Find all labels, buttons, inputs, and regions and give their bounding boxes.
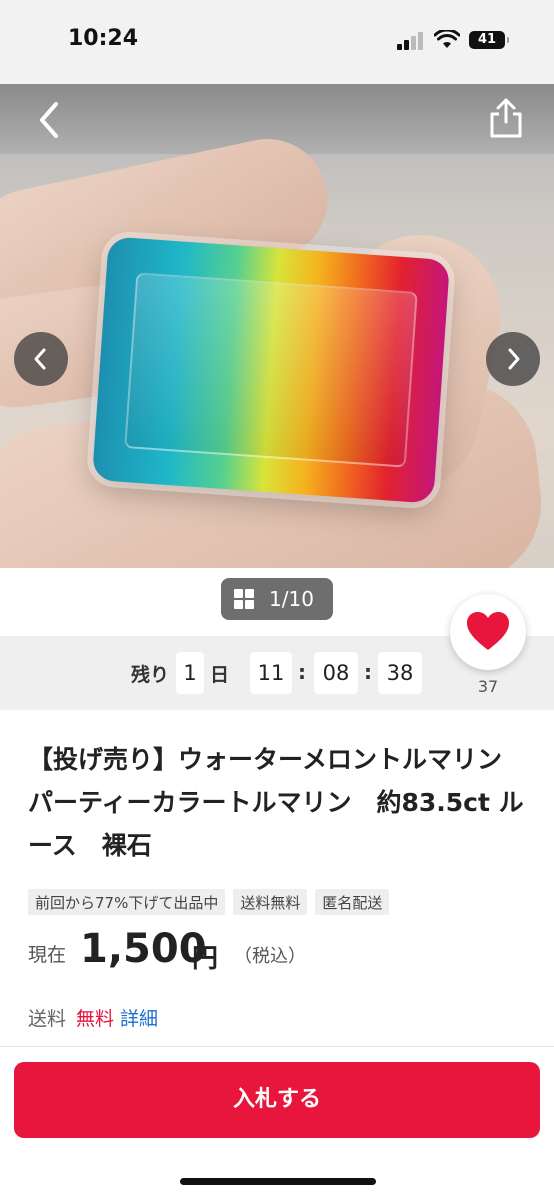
battery-icon: 41: [469, 31, 509, 49]
countdown-minutes: 08: [314, 652, 358, 694]
chevron-left-icon: [34, 348, 46, 370]
countdown-hours: 11: [250, 652, 292, 694]
share-icon[interactable]: [486, 96, 526, 140]
time-separator: :: [364, 660, 372, 684]
tag-anonymous-shipping: 匿名配送: [315, 889, 390, 915]
divider: [0, 1046, 554, 1047]
gemstone-facet: [124, 272, 418, 468]
countdown-seconds: 38: [378, 652, 422, 694]
image-page-indicator[interactable]: 1/10: [221, 578, 333, 620]
price-value: 1,500: [80, 926, 207, 972]
wifi-icon: [434, 30, 460, 48]
shipping-value: 無料: [76, 1008, 115, 1030]
remaining-label: 残り: [131, 664, 170, 686]
price-label: 現在: [28, 944, 67, 966]
time-separator: :: [298, 660, 306, 684]
day-unit-label: 日: [210, 664, 230, 686]
grid-icon: [234, 589, 254, 609]
tag-price-drop: 前回から77%下げて出品中: [28, 889, 226, 915]
bid-button[interactable]: 入札する: [14, 1062, 540, 1138]
tag-free-shipping: 送料無料: [233, 889, 308, 915]
shipping-label: 送料: [28, 1008, 67, 1030]
gemstone-image: [91, 236, 451, 504]
shipping-detail-link[interactable]: 詳細: [120, 1008, 158, 1030]
cellular-signal-icon: [397, 32, 425, 50]
item-tags: 前回から77%下げて出品中 送料無料 匿名配送: [28, 889, 390, 915]
shipping-info: 送料 無料 詳細: [28, 1004, 158, 1032]
tax-note: （税込）: [234, 946, 306, 967]
countdown-days: 1: [176, 652, 204, 694]
page-indicator-text: 1/10: [269, 587, 314, 611]
back-chevron-icon[interactable]: [30, 100, 70, 140]
heart-icon: [467, 612, 509, 650]
status-bar: 10:24 41: [0, 0, 554, 84]
currency-unit: 円: [192, 944, 219, 974]
chevron-right-icon: [508, 348, 520, 370]
favorite-button[interactable]: [450, 594, 526, 670]
status-time: 10:24: [68, 26, 139, 51]
favorite-count: 37: [477, 677, 499, 696]
next-image-button[interactable]: [486, 332, 540, 386]
product-image-gallery[interactable]: [0, 84, 554, 568]
home-indicator[interactable]: [180, 1178, 376, 1185]
item-title: 【投げ売り】ウォーターメロントルマリン パーティーカラートルマリン 約83.5c…: [28, 745, 528, 860]
previous-image-button[interactable]: [14, 332, 68, 386]
